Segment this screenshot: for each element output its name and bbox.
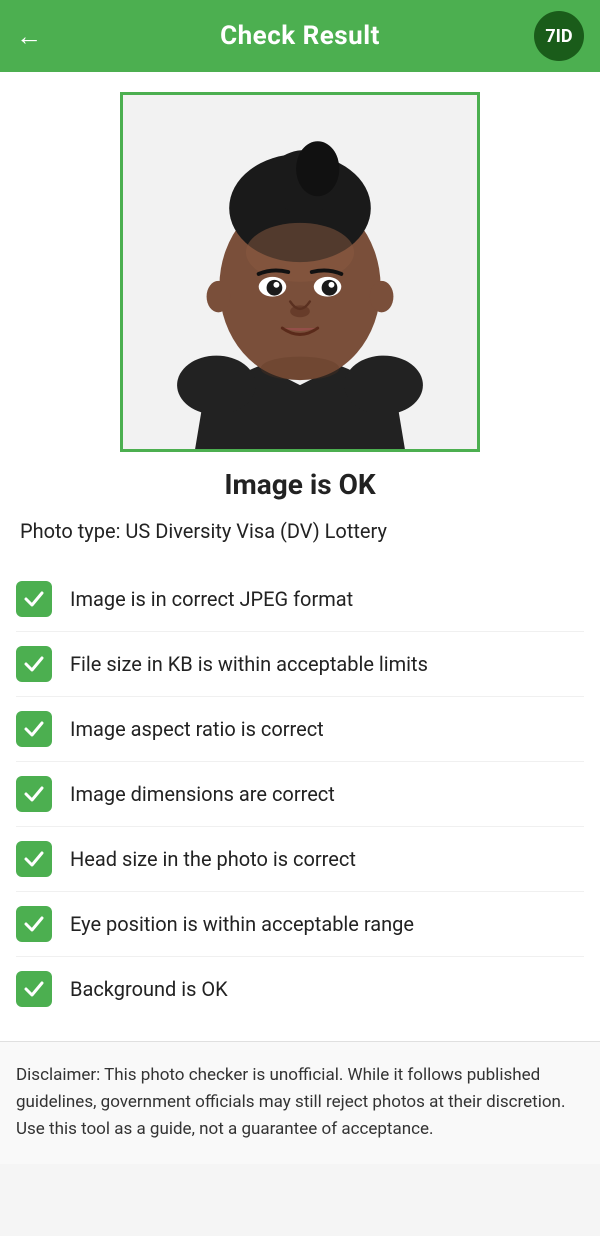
check-label-4: Image dimensions are correct <box>70 782 335 806</box>
disclaimer-text: Disclaimer: This photo checker is unoffi… <box>16 1062 584 1144</box>
check-item-1: Image is in correct JPEG format <box>16 567 584 632</box>
check-icon-3 <box>16 711 52 747</box>
check-item-7: Background is OK <box>16 957 584 1021</box>
photo-frame <box>120 92 480 452</box>
header: ← Check Result 7ID <box>0 0 600 72</box>
check-item-6: Eye position is within acceptable range <box>16 892 584 957</box>
check-icon-2 <box>16 646 52 682</box>
check-label-7: Background is OK <box>70 977 228 1001</box>
status-text: Image is OK <box>16 468 584 501</box>
check-icon-6 <box>16 906 52 942</box>
check-icon-1 <box>16 581 52 617</box>
check-list: Image is in correct JPEG format File siz… <box>16 567 584 1021</box>
back-button[interactable]: ← <box>16 21 42 52</box>
main-content: Image is OK Photo type: US Diversity Vis… <box>0 72 600 1164</box>
disclaimer-section: Disclaimer: This photo checker is unoffi… <box>0 1041 600 1164</box>
check-item-3: Image aspect ratio is correct <box>16 697 584 762</box>
check-label-1: Image is in correct JPEG format <box>70 587 353 611</box>
photo-container <box>16 92 584 452</box>
check-item-4: Image dimensions are correct <box>16 762 584 827</box>
check-item-5: Head size in the photo is correct <box>16 827 584 892</box>
check-icon-4 <box>16 776 52 812</box>
check-item-2: File size in KB is within acceptable lim… <box>16 632 584 697</box>
check-label-2: File size in KB is within acceptable lim… <box>70 652 428 676</box>
check-icon-7 <box>16 971 52 1007</box>
check-label-3: Image aspect ratio is correct <box>70 717 324 741</box>
photo-type-label: Photo type: US Diversity Visa (DV) Lotte… <box>16 519 584 543</box>
check-label-6: Eye position is within acceptable range <box>70 912 414 936</box>
passport-photo <box>123 95 477 449</box>
page-title: Check Result <box>220 21 380 51</box>
check-label-5: Head size in the photo is correct <box>70 847 356 871</box>
app-logo: 7ID <box>534 11 584 61</box>
check-icon-5 <box>16 841 52 877</box>
